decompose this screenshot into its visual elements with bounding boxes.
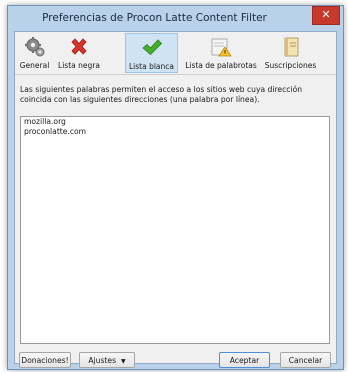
warning-note-icon (211, 38, 232, 57)
whitelist-entry: proconlatte.com (24, 127, 87, 136)
window-title: Preferencias de Procon Latte Content Fil… (42, 12, 267, 24)
cancel-button[interactable]: Cancelar (280, 352, 331, 368)
tab-subscriptions-label: Suscripciones (264, 61, 317, 70)
gears-icon (24, 37, 44, 57)
whitelist-textarea[interactable]: mozilla.org proconlatte.com (20, 116, 330, 344)
whitelist-entry: mozilla.org (24, 117, 66, 126)
whitelist-panel: Las siguientes palabras permiten el acce… (15, 75, 336, 368)
tab-whitelist-label: Lista blanca (128, 62, 174, 71)
tab-badwords[interactable]: Lista de palabrotas (181, 33, 261, 73)
tab-subscriptions[interactable]: Suscripciones (263, 33, 318, 73)
tab-badwords-label: Lista de palabrotas (185, 61, 257, 70)
red-x-icon (71, 38, 87, 55)
settings-button-label: Ajustes (88, 356, 117, 365)
green-check-icon (141, 39, 162, 56)
chevron-down-icon: ▼ (121, 358, 126, 365)
preferences-window: Preferencias de Procon Latte Content Fil… (7, 5, 344, 370)
tab-blacklist[interactable]: Lista negra (53, 33, 105, 73)
preferences-toolbar: General Lista negra Lista blanca Lista d… (15, 32, 336, 75)
tab-general[interactable]: General (16, 33, 53, 73)
title-bar[interactable]: Preferencias de Procon Latte Content Fil… (8, 6, 343, 31)
whitelist-description: Las siguientes palabras permiten el acce… (20, 85, 303, 104)
settings-dropdown-button[interactable]: Ajustes ▼ (79, 352, 135, 368)
tab-whitelist[interactable]: Lista blanca (125, 33, 178, 73)
tab-blacklist-label: Lista negra (58, 61, 100, 70)
donate-button[interactable]: Donaciones! (19, 352, 71, 368)
accept-button[interactable]: Aceptar (219, 352, 270, 368)
close-button[interactable]: ✕ (312, 6, 340, 25)
notebook-icon (284, 37, 298, 57)
dialog-client-area: General Lista negra Lista blanca Lista d… (14, 31, 337, 368)
tab-general-label: General (19, 61, 50, 70)
